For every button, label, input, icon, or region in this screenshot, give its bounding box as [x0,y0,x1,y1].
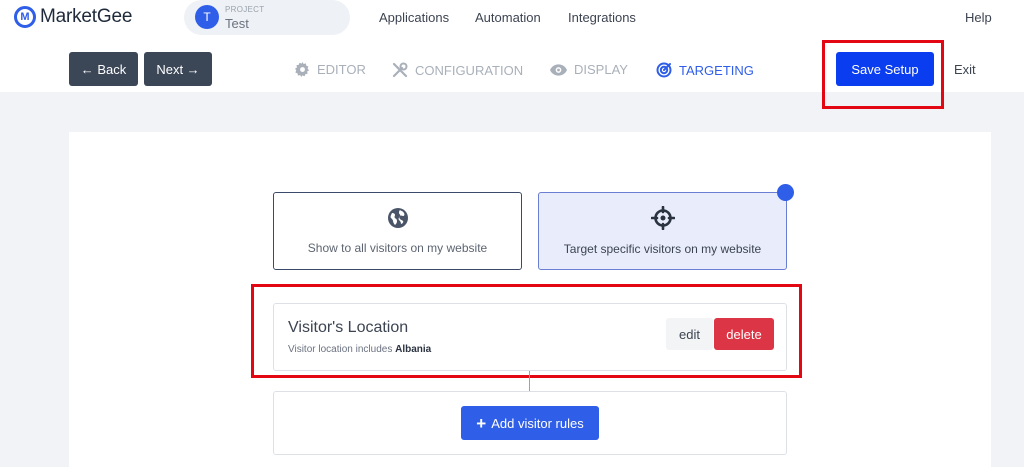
nav-integrations[interactable]: Integrations [568,10,636,25]
visitor-rule-card: Visitor's Location Visitor location incl… [273,303,787,371]
step-targeting-label: TARGETING [679,62,754,78]
top-bar: M MarketGee T PROJECT Test Applications … [0,0,1024,36]
project-avatar: T [195,5,219,29]
logo-mark-icon: M [14,6,36,28]
step-targeting[interactable]: TARGETING [656,62,754,78]
rule-title: Visitor's Location [288,319,409,336]
app-name: MarketGee [40,6,133,27]
project-selector[interactable]: T PROJECT Test [184,0,350,35]
nav-applications[interactable]: Applications [379,10,449,25]
add-visitor-rules-label: Add visitor rules [491,415,584,431]
save-setup-button[interactable]: Save Setup [836,52,934,86]
tools-icon [392,62,408,78]
back-button[interactable]: ← Back [69,52,138,86]
next-button[interactable]: Next → [144,52,212,86]
step-configuration-label: CONFIGURATION [415,62,524,78]
add-visitor-rules-button[interactable]: + Add visitor rules [461,406,599,440]
step-configuration[interactable]: CONFIGURATION [392,62,523,78]
step-display[interactable]: DISPLAY [550,62,628,77]
step-display-label: DISPLAY [574,62,628,77]
edit-rule-button[interactable]: edit [666,318,713,350]
rule-description-value: Albania [395,344,432,355]
rule-connector-line [529,371,530,391]
plus-icon: + [476,413,487,433]
nav-help[interactable]: Help [965,10,992,25]
rule-description: Visitor location includes Albania [288,344,431,355]
project-label: PROJECT [225,5,265,14]
logo[interactable]: M MarketGee [14,6,132,28]
eye-icon [550,63,567,76]
step-editor[interactable]: EDITOR [295,62,366,77]
project-name: Test [225,16,249,31]
nav-automation[interactable]: Automation [475,10,541,25]
option-specific-visitors[interactable]: Target specific visitors on my website [538,192,787,270]
gear-icon [295,62,310,77]
globe-icon [387,208,408,228]
step-editor-label: EDITOR [317,62,366,77]
selected-indicator-dot [777,184,794,201]
option-specific-visitors-label: Target specific visitors on my website [563,242,762,256]
option-all-visitors[interactable]: Show to all visitors on my website [273,192,522,270]
option-all-visitors-label: Show to all visitors on my website [307,241,488,255]
crosshair-icon [650,206,675,230]
target-icon [656,62,672,78]
rule-description-prefix: Visitor location includes [288,344,393,355]
delete-rule-button[interactable]: delete [714,318,774,350]
exit-link[interactable]: Exit [954,62,976,77]
